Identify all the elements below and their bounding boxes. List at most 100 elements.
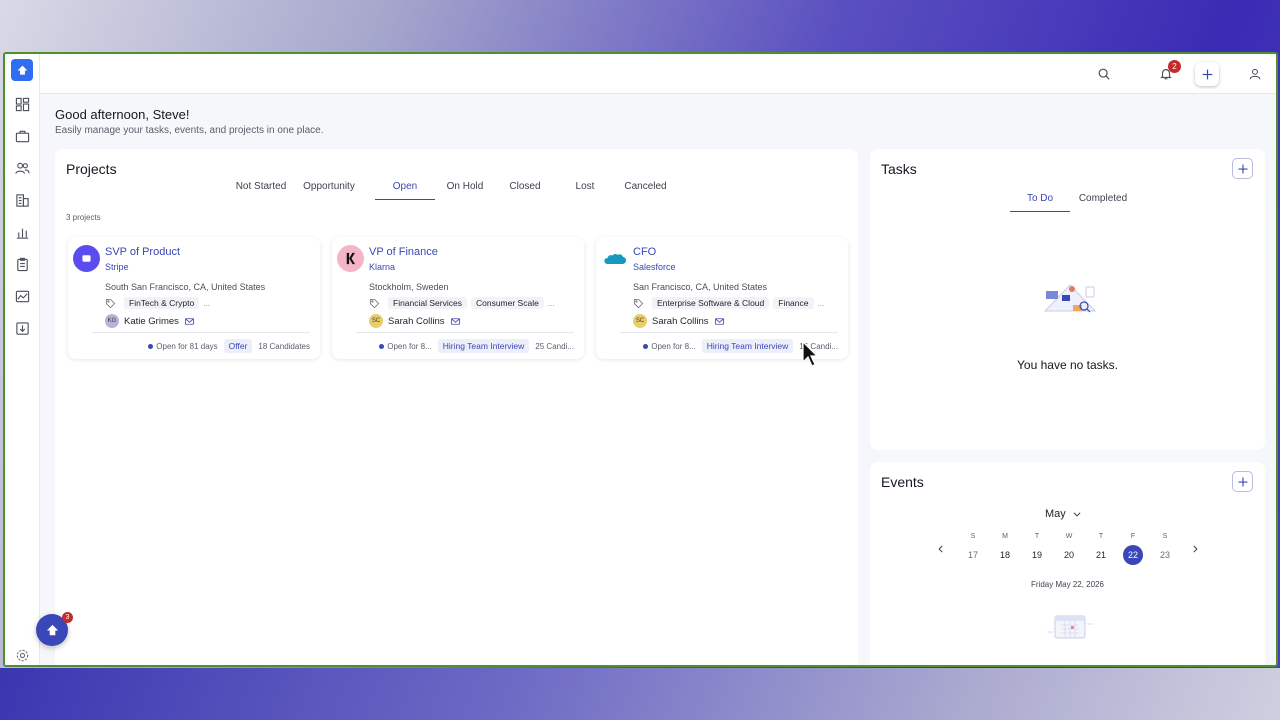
month-label: May [1045, 508, 1066, 520]
project-footer: Open for 8... Hiring Team Interview 25 C… [379, 339, 574, 353]
project-title[interactable]: VP of Finance [369, 246, 438, 258]
tag-chip: Consumer Scale [470, 297, 544, 309]
klarna-logo-icon [337, 245, 364, 272]
empty-tasks-message: You have no tasks. [1017, 358, 1118, 372]
app-logo[interactable] [11, 59, 33, 81]
candidates-count[interactable]: 25 Candi... [535, 342, 574, 351]
greeting-title: Good afternoon, Steve! [55, 107, 190, 122]
project-title[interactable]: CFO [633, 246, 656, 258]
tag-chip: FinTech & Crypto [124, 297, 200, 309]
chevron-down-icon [1073, 512, 1081, 517]
building-icon[interactable] [13, 191, 31, 209]
stage-badge: Offer [223, 339, 253, 353]
owner-name: Sarah Collins [388, 315, 445, 327]
project-owner: SC Sarah Collins [369, 314, 461, 328]
email-icon[interactable] [714, 316, 725, 327]
people-icon[interactable] [13, 159, 31, 177]
next-week-chevron-icon[interactable] [1188, 542, 1202, 556]
empty-tasks-illustration-icon [1043, 284, 1097, 313]
project-card-vp-finance[interactable]: VP of Finance Klarna Stockholm, Sweden F… [332, 237, 584, 359]
floating-action-button[interactable]: 3 [36, 612, 73, 646]
tag-icon [105, 298, 116, 308]
dashboard-icon[interactable] [13, 95, 31, 113]
search-icon[interactable] [1092, 62, 1116, 86]
projects-title: Projects [66, 161, 117, 177]
weekday-label: T [1098, 533, 1104, 540]
project-card-svp-product[interactable]: SVP of Product Stripe South San Francisc… [68, 237, 320, 359]
weekday-label: S [1162, 533, 1168, 540]
briefcase-icon[interactable] [13, 127, 31, 145]
clipboard-icon[interactable] [13, 255, 31, 273]
weekday-label: F [1130, 533, 1136, 540]
tab-not-started[interactable]: Not Started [235, 181, 287, 200]
projects-panel: Projects Not Started Opportunity Open On… [55, 149, 858, 665]
sidebar [5, 54, 40, 665]
email-icon[interactable] [450, 316, 461, 327]
background-band [0, 668, 1280, 720]
weekday-label: T [1034, 533, 1040, 540]
calendar-day[interactable]: 18 [994, 545, 1016, 565]
notifications-bell-icon[interactable]: 2 [1154, 60, 1181, 86]
tab-completed[interactable]: Completed [1073, 193, 1133, 212]
project-location: South San Francisco, CA, United States [105, 282, 266, 292]
stage-badge: Hiring Team Interview [437, 339, 530, 353]
add-task-button[interactable] [1232, 158, 1253, 179]
stripe-logo-icon [73, 245, 100, 272]
user-profile-icon[interactable] [1243, 62, 1267, 86]
mouse-cursor-icon [802, 340, 819, 367]
project-tags: Financial Services Consumer Scale ... [369, 296, 555, 310]
bar-chart-icon[interactable] [13, 223, 31, 241]
calendar-day[interactable]: 19 [1026, 545, 1048, 565]
project-title[interactable]: SVP of Product [105, 246, 180, 258]
more-tags: ... [547, 298, 555, 308]
tasks-title: Tasks [881, 161, 917, 177]
project-company[interactable]: Salesforce [633, 262, 676, 272]
open-duration: Open for 8... [643, 342, 696, 351]
calendar-day[interactable]: 21 [1090, 545, 1112, 565]
greeting-subtitle: Easily manage your tasks, events, and pr… [55, 125, 324, 136]
selected-full-date: Friday May 22, 2026 [1031, 580, 1104, 589]
tab-open[interactable]: Open [375, 181, 435, 200]
calendar-day[interactable]: 17 [962, 545, 984, 565]
open-duration: Open for 8... [379, 342, 432, 351]
weekday-label: W [1065, 533, 1073, 540]
project-owner: KG Katie Grimes [105, 314, 195, 328]
month-selector[interactable]: May [1045, 508, 1082, 520]
tab-on-hold[interactable]: On Hold [440, 181, 490, 200]
calendar-day[interactable]: 20 [1058, 545, 1080, 565]
tag-chip: Enterprise Software & Cloud [652, 297, 770, 309]
notification-count-badge: 2 [1168, 60, 1181, 73]
project-company[interactable]: Klarna [369, 262, 395, 272]
create-plus-button[interactable] [1195, 62, 1219, 86]
app-window: 2 Good afternoon, Steve! Easily manage y… [3, 52, 1278, 667]
project-owner: SC Sarah Collins [633, 314, 725, 328]
calendar-day-selected[interactable]: 22 [1123, 545, 1143, 565]
owner-avatar: KG [105, 314, 119, 328]
project-company[interactable]: Stripe [105, 262, 129, 272]
candidates-count[interactable]: 18 Candidates [258, 342, 310, 351]
owner-name: Katie Grimes [124, 315, 179, 327]
owner-avatar: SC [633, 314, 647, 328]
open-duration: Open for 81 days [148, 342, 218, 351]
download-icon[interactable] [13, 319, 31, 337]
project-location: Stockholm, Sweden [369, 282, 449, 292]
tab-to-do[interactable]: To Do [1010, 193, 1070, 212]
email-icon[interactable] [184, 316, 195, 327]
tab-closed[interactable]: Closed [500, 181, 550, 200]
more-tags: ... [203, 298, 210, 308]
stage-badge: Hiring Team Interview [701, 339, 794, 353]
weekday-label: M [1002, 533, 1008, 540]
top-bar: 2 [40, 54, 1276, 94]
tag-chip: Financial Services [388, 297, 467, 309]
events-panel: Events May S 17 M 18 T 19 W 20 T 21 F 22 S 23 F… [870, 462, 1265, 665]
add-event-button[interactable] [1232, 471, 1253, 492]
settings-gear-icon[interactable] [13, 646, 31, 664]
project-location: San Francisco, CA, United States [633, 282, 768, 292]
tab-lost[interactable]: Lost [560, 181, 610, 200]
tab-canceled[interactable]: Canceled [618, 181, 673, 200]
prev-week-chevron-icon[interactable] [934, 542, 948, 556]
card-divider [356, 332, 574, 333]
calendar-day[interactable]: 23 [1154, 545, 1176, 565]
tab-opportunity[interactable]: Opportunity [300, 181, 358, 200]
analytics-image-icon[interactable] [13, 287, 31, 305]
